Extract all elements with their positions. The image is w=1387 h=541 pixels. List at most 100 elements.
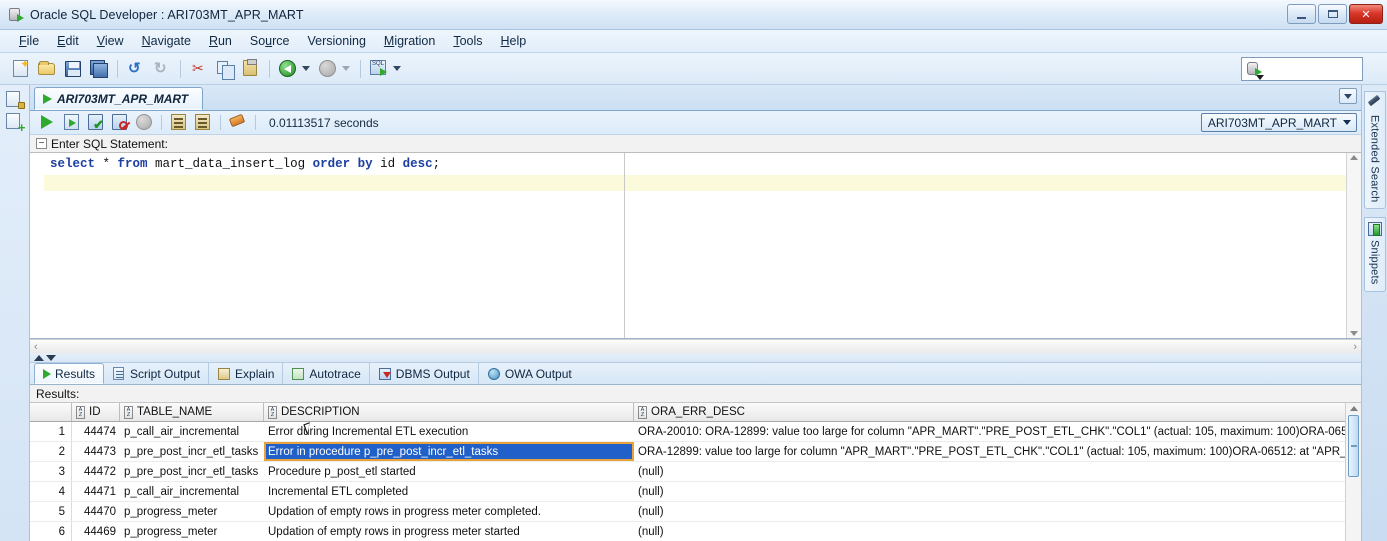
tab-snippets[interactable]: Snippets: [1363, 217, 1386, 292]
menu-run[interactable]: Run: [200, 32, 241, 50]
run-script-button[interactable]: [62, 113, 82, 132]
table-row[interactable]: 5 44470 p_progress_meter Updation of emp…: [30, 502, 1345, 522]
menu-navigate[interactable]: Navigate: [133, 32, 200, 50]
splitter-down-icon[interactable]: [46, 354, 56, 361]
copy-icon[interactable]: [215, 59, 235, 80]
cell-description[interactable]: Procedure p_post_etl started: [264, 462, 634, 481]
cell-ora-err-desc[interactable]: (null): [634, 482, 1345, 501]
cell-description[interactable]: Error during Incremental ETL execution: [264, 422, 634, 441]
menu-source[interactable]: Source: [241, 32, 299, 50]
cell-description[interactable]: Incremental ETL completed: [264, 482, 634, 501]
cell-ora-err-desc[interactable]: (null): [634, 522, 1345, 541]
editor-vertical-scrollbar[interactable]: [1346, 153, 1361, 338]
open-file-icon[interactable]: [37, 59, 57, 79]
cell-ora-err-desc[interactable]: ORA-20010: ORA-12899: value too large fo…: [634, 422, 1345, 441]
column-header-description[interactable]: AZ DESCRIPTION: [264, 403, 634, 421]
menu-versioning[interactable]: Versioning: [299, 32, 375, 50]
search-input[interactable]: [1241, 57, 1363, 81]
navigate-back-dropdown-icon[interactable]: [302, 66, 310, 71]
menu-help[interactable]: Help: [492, 32, 536, 50]
cell-description-selected[interactable]: Error in procedure p_pre_post_incr_etl_t…: [264, 442, 634, 461]
column-header-table-name[interactable]: AZ TABLE_NAME: [120, 403, 264, 421]
results-vertical-scrollbar[interactable]: [1345, 403, 1361, 541]
cell-id[interactable]: 44474: [72, 422, 120, 441]
cell-table-name[interactable]: p_progress_meter: [120, 522, 264, 541]
scrollbar-thumb[interactable]: [1348, 415, 1359, 477]
navigate-forward-dropdown-icon[interactable]: [342, 66, 350, 71]
maximize-button[interactable]: [1318, 4, 1347, 24]
cancel-button[interactable]: [134, 113, 154, 132]
cell-table-name[interactable]: p_call_air_incremental: [120, 422, 264, 441]
cell-table-name[interactable]: p_pre_post_incr_etl_tasks: [120, 462, 264, 481]
save-icon[interactable]: [63, 59, 83, 79]
worksheet-dropdown-icon[interactable]: [393, 66, 401, 71]
execute-statement-button[interactable]: [38, 113, 58, 132]
cut-icon[interactable]: ✂: [189, 59, 209, 79]
redo-icon[interactable]: ↻: [152, 59, 172, 79]
worksheet-tab[interactable]: ARI703MT_APR_MART: [34, 87, 204, 110]
cell-ora-err-desc[interactable]: ORA-12899: value too large for column "A…: [634, 442, 1345, 461]
scroll-up-icon[interactable]: [1350, 155, 1358, 160]
tab-script-output[interactable]: Script Output: [104, 363, 210, 384]
close-button[interactable]: ✕: [1349, 4, 1383, 24]
editor-horizontal-scrollbar[interactable]: ‹ ›: [30, 339, 1361, 353]
tab-extended-search[interactable]: Extended Search: [1363, 91, 1386, 210]
tab-results[interactable]: Results: [34, 363, 105, 384]
tab-owa-output[interactable]: OWA Output: [479, 363, 580, 384]
tab-explain[interactable]: Explain: [209, 363, 284, 384]
column-header-id[interactable]: AZ ID: [72, 403, 120, 421]
scroll-left-icon[interactable]: ‹: [34, 341, 38, 353]
menu-view[interactable]: View: [88, 32, 133, 50]
menu-edit[interactable]: Edit: [48, 32, 88, 50]
cell-id[interactable]: 44472: [72, 462, 120, 481]
menu-tools[interactable]: Tools: [444, 32, 491, 50]
paste-icon[interactable]: [241, 58, 261, 79]
collapse-toggle[interactable]: −: [36, 138, 47, 149]
cell-table-name[interactable]: p_pre_post_incr_etl_tasks: [120, 442, 264, 461]
sql-editor-input[interactable]: select * from mart_data_insert_log order…: [44, 153, 1346, 338]
splitter-up-icon[interactable]: [34, 354, 44, 361]
cell-ora-err-desc[interactable]: (null): [634, 462, 1345, 481]
cell-id[interactable]: 44469: [72, 522, 120, 541]
scroll-up-icon[interactable]: [1349, 406, 1358, 411]
explain-plan-button[interactable]: [169, 113, 189, 132]
scroll-down-icon[interactable]: [1350, 331, 1358, 336]
menu-migration[interactable]: Migration: [375, 32, 444, 50]
new-sql-worksheet-icon[interactable]: [369, 59, 389, 79]
save-all-icon[interactable]: [89, 59, 109, 79]
clear-button[interactable]: [228, 113, 248, 132]
minimize-button[interactable]: [1287, 4, 1316, 24]
tab-autotrace[interactable]: Autotrace: [283, 363, 370, 384]
center-panel: ARI703MT_APR_MART ✔ 0.01113517 seconds A…: [30, 85, 1361, 541]
menu-file[interactable]: FFileile: [10, 32, 48, 50]
rollback-button[interactable]: [110, 113, 130, 132]
cell-table-name[interactable]: p_progress_meter: [120, 502, 264, 521]
column-header-ora-err-desc[interactable]: AZ ORA_ERR_DESC: [634, 403, 1345, 421]
panel-splitter[interactable]: [30, 353, 1361, 363]
sql-token-id: id: [380, 157, 403, 171]
new-connection-icon[interactable]: +: [4, 112, 26, 134]
table-row[interactable]: 1 44474 p_call_air_incremental Error dur…: [30, 422, 1345, 442]
undo-icon[interactable]: ↺: [126, 59, 146, 79]
connections-icon[interactable]: [4, 90, 26, 110]
cell-id[interactable]: 44471: [72, 482, 120, 501]
tab-list-dropdown-button[interactable]: [1339, 88, 1357, 104]
connection-select[interactable]: ARI703MT_APR_MART: [1200, 113, 1357, 132]
table-row[interactable]: 2 44473 p_pre_post_incr_etl_tasks Error …: [30, 442, 1345, 462]
cell-table-name[interactable]: p_call_air_incremental: [120, 482, 264, 501]
table-row[interactable]: 4 44471 p_call_air_incremental Increment…: [30, 482, 1345, 502]
navigate-forward-icon[interactable]: [318, 59, 338, 79]
table-row[interactable]: 6 44469 p_progress_meter Updation of emp…: [30, 522, 1345, 541]
scroll-right-icon[interactable]: ›: [1353, 341, 1357, 353]
new-file-icon[interactable]: ✦: [11, 58, 31, 79]
cell-description[interactable]: Updation of empty rows in progress meter…: [264, 502, 634, 521]
tab-dbms-output[interactable]: DBMS Output: [370, 363, 479, 384]
navigate-back-icon[interactable]: [278, 59, 298, 79]
commit-button[interactable]: ✔: [86, 113, 106, 132]
cell-id[interactable]: 44470: [72, 502, 120, 521]
cell-description[interactable]: Updation of empty rows in progress meter…: [264, 522, 634, 541]
table-row[interactable]: 3 44472 p_pre_post_incr_etl_tasks Proced…: [30, 462, 1345, 482]
cell-id[interactable]: 44473: [72, 442, 120, 461]
autotrace-button[interactable]: [193, 113, 213, 132]
cell-ora-err-desc[interactable]: (null): [634, 502, 1345, 521]
